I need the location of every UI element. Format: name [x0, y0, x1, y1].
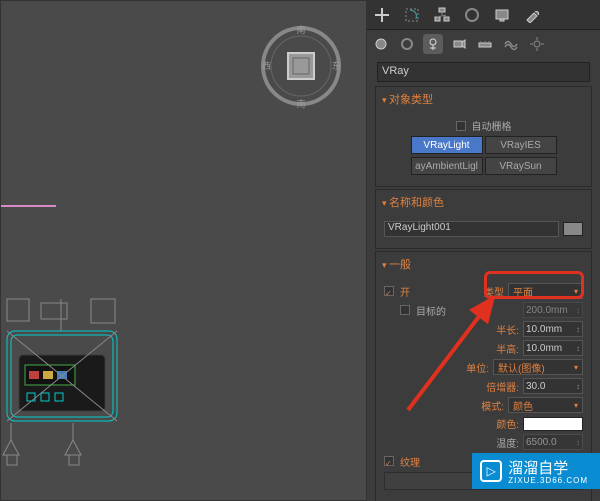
geometry-icon[interactable] — [371, 34, 391, 54]
vrayies-button[interactable]: VRayIES — [485, 136, 557, 154]
rollup-name-color: 名称和颜色 VRayLight001 — [375, 189, 592, 249]
autogrid-checkbox[interactable] — [456, 121, 466, 131]
temperature-spinner: 6500.0 — [523, 434, 583, 450]
cameras-icon[interactable] — [449, 34, 469, 54]
modify-tab-icon[interactable] — [401, 4, 423, 26]
helpers-icon[interactable] — [475, 34, 495, 54]
half-height-label: 半高: — [496, 341, 519, 356]
light-color-swatch[interactable] — [523, 417, 583, 431]
rollup-header[interactable]: 名称和颜色 — [376, 190, 591, 214]
renderer-dropdown[interactable]: VRay — [377, 62, 590, 82]
autogrid-label: 自动栅格 — [472, 118, 512, 133]
vraysun-button[interactable]: VRaySun — [485, 157, 557, 175]
object-name-input[interactable]: VRayLight001 — [384, 221, 559, 237]
vraylight-button[interactable]: VRayLight — [411, 136, 483, 154]
units-dropdown[interactable]: 默认(图像) — [493, 359, 583, 375]
units-label: 单位: — [466, 360, 489, 375]
utilities-tab-icon[interactable] — [521, 4, 543, 26]
type-dropdown[interactable]: 平面 — [508, 283, 583, 299]
texture-label: 纹理 — [400, 454, 420, 469]
multiplier-label: 倍增器: — [486, 379, 519, 394]
on-label: 开 — [400, 284, 410, 299]
play-icon: ▷ — [480, 460, 502, 482]
rollup-header[interactable]: 对象类型 — [376, 87, 591, 111]
mode-dropdown[interactable]: 颜色 — [508, 397, 583, 413]
main-toolbar — [367, 0, 600, 30]
target-checkbox[interactable] — [400, 305, 410, 315]
target-dist-spinner: 200.0mm — [523, 302, 583, 318]
svg-text:东: 东 — [332, 60, 341, 71]
texture-checkbox[interactable] — [384, 456, 394, 466]
display-tab-icon[interactable] — [491, 4, 513, 26]
viewcube[interactable]: 南 南 西 东 — [256, 21, 346, 111]
half-height-spinner[interactable]: 10.0mm — [523, 340, 583, 356]
half-length-spinner[interactable]: 10.0mm — [523, 321, 583, 337]
on-checkbox[interactable] — [384, 286, 394, 296]
vrayambient-button[interactable]: ayAmbientLigl — [411, 157, 483, 175]
multiplier-spinner[interactable]: 30.0 — [523, 378, 583, 394]
svg-text:南: 南 — [296, 24, 305, 35]
command-panel: VRay 对象类型 自动栅格 VRayLight VRayIES ayAmbie… — [367, 0, 600, 501]
lights-icon[interactable] — [423, 34, 443, 54]
target-label: 目标的 — [416, 303, 446, 318]
temperature-label: 温度: — [496, 435, 519, 450]
color-label: 颜色: — [496, 416, 519, 431]
geometry-line — [1, 205, 56, 207]
svg-text:西: 西 — [262, 61, 271, 71]
watermark-sub: ZIXUE.3D66.COM — [508, 476, 588, 485]
motion-tab-icon[interactable] — [461, 4, 483, 26]
object-color-swatch[interactable] — [563, 222, 583, 236]
spacewarps-icon[interactable] — [501, 34, 521, 54]
rollup-header[interactable]: 一般 — [376, 252, 591, 276]
systems-icon[interactable] — [527, 34, 547, 54]
half-length-label: 半长: — [496, 322, 519, 337]
shapes-icon[interactable] — [397, 34, 417, 54]
cad-drawing — [1, 295, 146, 475]
mode-label: 模式: — [481, 398, 504, 413]
type-label: 类型 — [484, 284, 504, 299]
svg-text:南: 南 — [296, 98, 305, 109]
watermark: ▷ 溜溜自学 ZIXUE.3D66.COM — [472, 453, 600, 489]
watermark-text: 溜溜自学 — [508, 460, 568, 477]
create-category-bar — [367, 30, 600, 58]
create-tab-icon[interactable] — [371, 4, 393, 26]
rollup-object-type: 对象类型 自动栅格 VRayLight VRayIES ayAmbientLig… — [375, 86, 592, 187]
hierarchy-tab-icon[interactable] — [431, 4, 453, 26]
viewport: 南 南 西 东 — [0, 0, 367, 501]
